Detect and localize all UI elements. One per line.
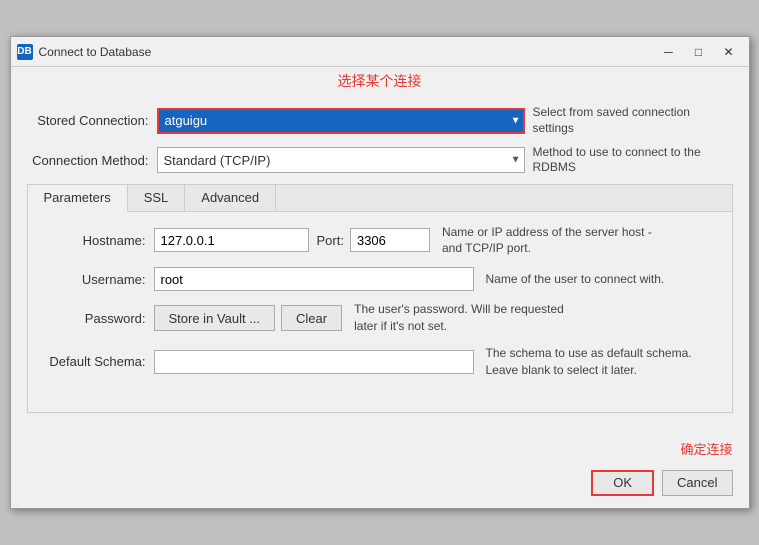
footer-buttons: OK Cancel bbox=[591, 470, 732, 496]
hostname-hint: Name or IP address of the server host - … bbox=[442, 224, 662, 258]
stored-connection-select[interactable]: atguigu bbox=[157, 108, 525, 134]
app-icon: DB bbox=[17, 44, 33, 60]
connection-method-hint: Method to use to connect to the RDBMS bbox=[533, 145, 733, 176]
username-row: Username: Name of the user to connect wi… bbox=[44, 267, 716, 291]
footer: 确定连接 OK Cancel bbox=[11, 431, 749, 508]
hostname-row: Hostname: Port: Name or IP address of th… bbox=[44, 224, 716, 258]
tabs-container: Parameters SSL Advanced Hostname: Port: … bbox=[27, 184, 733, 413]
port-label: Port: bbox=[317, 233, 344, 248]
titlebar-controls: ─ □ ✕ bbox=[655, 41, 743, 63]
stored-connection-select-wrapper: atguigu ▼ bbox=[157, 108, 525, 134]
tab-parameters[interactable]: Parameters bbox=[28, 185, 128, 212]
username-label: Username: bbox=[44, 272, 154, 287]
store-in-vault-button[interactable]: Store in Vault ... bbox=[154, 305, 276, 331]
stored-connection-hint: Select from saved connection settings bbox=[533, 105, 733, 136]
hostname-label: Hostname: bbox=[44, 233, 154, 248]
username-input[interactable] bbox=[154, 267, 474, 291]
connection-method-row: Connection Method: Standard (TCP/IP) Sta… bbox=[27, 145, 733, 176]
username-hint: Name of the user to connect with. bbox=[486, 271, 665, 288]
tab-advanced[interactable]: Advanced bbox=[185, 185, 276, 211]
titlebar: DB Connect to Database ─ □ ✕ bbox=[11, 37, 749, 67]
tab-ssl[interactable]: SSL bbox=[128, 185, 186, 211]
connection-method-label: Connection Method: bbox=[27, 153, 157, 168]
hostname-input[interactable] bbox=[154, 228, 309, 252]
clear-password-button[interactable]: Clear bbox=[281, 305, 342, 331]
password-row: Password: Store in Vault ... Clear The u… bbox=[44, 301, 716, 335]
tab-parameters-content: Hostname: Port: Name or IP address of th… bbox=[28, 212, 732, 412]
password-label: Password: bbox=[44, 311, 154, 326]
ok-button[interactable]: OK bbox=[591, 470, 654, 496]
connect-to-database-window: DB Connect to Database ─ □ ✕ 选择某个连接 Stor… bbox=[10, 36, 750, 508]
maximize-button[interactable]: □ bbox=[685, 41, 713, 63]
default-schema-label: Default Schema: bbox=[44, 354, 154, 369]
port-input[interactable] bbox=[350, 228, 430, 252]
chinese-top-label: 选择某个连接 bbox=[11, 67, 749, 95]
main-content: Stored Connection: atguigu ▼ Select from… bbox=[11, 95, 749, 430]
window-title: Connect to Database bbox=[39, 45, 655, 59]
connection-method-select-wrapper: Standard (TCP/IP) Standard (TCP/IP) over… bbox=[157, 147, 525, 173]
chinese-bottom-label: 确定连接 bbox=[680, 439, 732, 458]
close-button[interactable]: ✕ bbox=[715, 41, 743, 63]
default-schema-hint: The schema to use as default schema. Lea… bbox=[486, 345, 706, 379]
stored-connection-row: Stored Connection: atguigu ▼ Select from… bbox=[27, 105, 733, 136]
default-schema-row: Default Schema: The schema to use as def… bbox=[44, 345, 716, 379]
connection-method-select[interactable]: Standard (TCP/IP) Standard (TCP/IP) over… bbox=[157, 147, 525, 173]
default-schema-input[interactable] bbox=[154, 350, 474, 374]
password-hint: The user's password. Will be requested l… bbox=[354, 301, 574, 335]
minimize-button[interactable]: ─ bbox=[655, 41, 683, 63]
tabs-header: Parameters SSL Advanced bbox=[28, 185, 732, 212]
stored-connection-label: Stored Connection: bbox=[27, 113, 157, 128]
cancel-button[interactable]: Cancel bbox=[662, 470, 732, 496]
